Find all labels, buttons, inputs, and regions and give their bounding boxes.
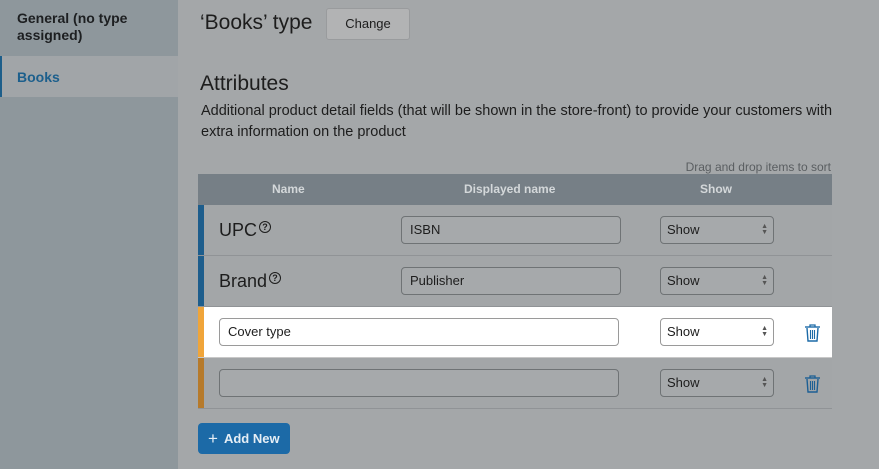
attribute-row-brand[interactable]: Brand? Publisher Show ▲ ▼ [198, 256, 832, 307]
attributes-table: Name Displayed name Show UPC? ISBN Show … [198, 174, 832, 409]
custom-attribute-input[interactable] [219, 369, 619, 397]
show-select[interactable]: Show ▲ ▼ [660, 267, 774, 295]
select-arrows-icon: ▲ ▼ [761, 376, 768, 389]
attribute-name: Brand? [219, 270, 282, 292]
help-icon[interactable]: ? [259, 221, 272, 233]
drag-handle[interactable] [198, 358, 204, 408]
help-icon[interactable]: ? [269, 272, 282, 284]
add-new-label: Add New [223, 431, 280, 446]
sidebar: General (no type assigned) Books [0, 0, 178, 469]
drag-handle[interactable] [198, 307, 204, 357]
trash-icon[interactable] [804, 323, 821, 342]
change-type-button[interactable]: Change [326, 8, 410, 40]
show-select-value: Show [667, 273, 700, 288]
table-header: Name Displayed name Show [198, 174, 832, 205]
drag-sort-hint: Drag and drop items to sort [685, 160, 831, 174]
column-header-show: Show [700, 182, 732, 196]
attribute-row-cover-type[interactable]: Cover type Show ▲ ▼ [198, 307, 832, 358]
show-select-value: Show [667, 222, 700, 237]
sidebar-item-books[interactable]: Books [0, 56, 178, 97]
displayed-name-input[interactable]: Publisher [401, 267, 621, 295]
show-select-value: Show [667, 324, 700, 339]
add-new-button[interactable]: + Add New [198, 423, 290, 454]
attributes-heading: Attributes [200, 72, 289, 95]
displayed-name-input[interactable]: ISBN [401, 216, 621, 244]
show-select[interactable]: Show ▲ ▼ [660, 216, 774, 244]
sidebar-item-general[interactable]: General (no type assigned) [0, 10, 178, 50]
show-select[interactable]: Show ▲ ▼ [660, 318, 774, 346]
attribute-row-new[interactable]: Show ▲ ▼ [198, 358, 832, 409]
column-header-name: Name [272, 182, 305, 196]
trash-icon[interactable] [804, 374, 821, 393]
drag-handle[interactable] [198, 256, 204, 306]
show-select[interactable]: Show ▲ ▼ [660, 369, 774, 397]
attribute-name-text: UPC [219, 220, 258, 240]
attribute-name-text: Brand [219, 271, 268, 291]
drag-handle[interactable] [198, 205, 204, 255]
custom-attribute-input[interactable]: Cover type [219, 318, 619, 346]
plus-icon: + [208, 429, 218, 448]
select-arrows-icon: ▲ ▼ [761, 223, 768, 236]
show-select-value: Show [667, 375, 700, 390]
select-arrows-icon: ▲ ▼ [761, 325, 768, 338]
attributes-description: Additional product detail fields (that w… [201, 103, 833, 140]
select-arrows-icon: ▲ ▼ [761, 274, 768, 287]
column-header-displayed-name: Displayed name [464, 182, 556, 196]
attribute-name: UPC? [219, 219, 272, 241]
page-title: ‘Books’ type [200, 11, 313, 34]
attribute-row-upc[interactable]: UPC? ISBN Show ▲ ▼ [198, 205, 832, 256]
